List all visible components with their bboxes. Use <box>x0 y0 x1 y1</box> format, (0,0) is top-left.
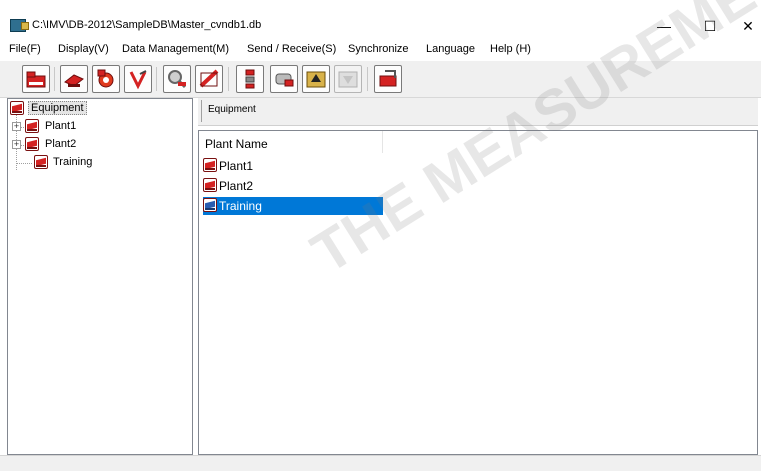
expand-toggle[interactable]: + <box>12 122 21 131</box>
export-button[interactable] <box>374 65 402 93</box>
list-row-label: Training <box>219 199 262 213</box>
tree-node-plant2[interactable]: + Plant2 <box>8 137 168 153</box>
toolbar <box>0 61 761 98</box>
open-database-button[interactable] <box>22 65 50 93</box>
export-icon <box>379 70 397 87</box>
toolbar-separator <box>54 67 55 91</box>
menu-data-management[interactable]: Data Management(M) <box>122 43 229 55</box>
column-header-label: Plant Name <box>205 137 268 151</box>
menu-language[interactable]: Language <box>426 43 475 55</box>
transfer-icon <box>275 73 294 87</box>
maximize-button[interactable]: ☐ <box>692 16 728 36</box>
tree-root-equipment[interactable]: Equipment <box>8 101 168 117</box>
list-row-training[interactable]: Training <box>203 197 383 215</box>
menu-display[interactable]: Display(V) <box>58 43 109 55</box>
window-title: C:\IMV\DB-2012\SampleDB\Master_cvndb1.db <box>32 19 262 31</box>
menu-send-receive[interactable]: Send / Receive(S) <box>247 43 336 55</box>
database-icon <box>203 198 217 212</box>
tree-root-label: Equipment <box>28 101 87 115</box>
measure-tool-icon <box>129 70 147 90</box>
database-icon <box>10 101 24 115</box>
list-row-label: Plant1 <box>219 159 254 173</box>
list-row-plant2[interactable]: Plant2 <box>203 177 383 195</box>
upload-folder-button[interactable] <box>302 65 330 93</box>
plant-list: Plant Name Plant1 Plant2 Training <box>198 130 758 455</box>
minimize-button[interactable]: — <box>646 16 682 36</box>
content-header: Equipment <box>198 98 758 126</box>
database-icon <box>203 158 217 172</box>
equipment-tree: Equipment + Plant1 + Plant2 Training <box>7 98 193 455</box>
machine-button[interactable] <box>60 65 88 93</box>
database-icon <box>25 137 39 151</box>
route-card-icon <box>199 69 219 88</box>
tree-node-training[interactable]: Training <box>8 155 168 171</box>
tree-node-label: Training <box>53 156 93 168</box>
title-bar: C:\IMV\DB-2012\SampleDB\Master_cvndb1.db… <box>0 8 761 38</box>
measure-tool-button[interactable] <box>124 65 152 93</box>
sensor-tree-icon <box>245 69 255 89</box>
status-bar <box>0 455 761 471</box>
tree-node-label: Plant1 <box>45 120 77 132</box>
search-icon <box>168 70 187 89</box>
search-button[interactable] <box>163 65 191 93</box>
toolbar-separator <box>367 67 368 91</box>
close-button[interactable]: ✕ <box>730 16 761 36</box>
tree-node-plant1[interactable]: + Plant1 <box>8 119 168 135</box>
route-card-button[interactable] <box>195 65 223 93</box>
open-database-icon <box>26 71 46 88</box>
menu-file[interactable]: File(F) <box>9 43 41 55</box>
sensor-tree-button[interactable] <box>236 65 264 93</box>
toolbar-separator <box>156 67 157 91</box>
content-header-label: Equipment <box>201 100 262 122</box>
database-icon <box>34 155 48 169</box>
download-folder-button[interactable] <box>334 65 362 93</box>
machine-icon <box>64 74 84 87</box>
tree-node-label: Plant2 <box>45 138 77 150</box>
download-folder-icon <box>338 71 358 88</box>
transfer-button[interactable] <box>270 65 298 93</box>
list-row-label: Plant2 <box>219 179 254 193</box>
toolbar-separator <box>228 67 229 91</box>
menu-synchronize[interactable]: Synchronize <box>348 43 409 55</box>
list-row-plant1[interactable]: Plant1 <box>203 157 383 175</box>
database-icon <box>25 119 39 133</box>
app-icon <box>10 19 29 32</box>
expand-toggle[interactable]: + <box>12 140 21 149</box>
menu-bar: File(F) Display(V) Data Management(M) Se… <box>0 40 761 60</box>
upload-folder-icon <box>306 71 326 88</box>
column-header-plant-name[interactable]: Plant Name <box>199 131 383 153</box>
menu-help[interactable]: Help (H) <box>490 43 531 55</box>
database-icon <box>203 178 217 192</box>
settings-button[interactable] <box>92 65 120 93</box>
settings-gear-icon <box>97 69 114 88</box>
